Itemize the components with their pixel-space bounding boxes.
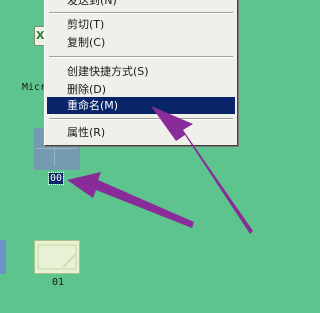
image-file-label[interactable]: 01 bbox=[52, 277, 64, 288]
menu-item-properties[interactable]: 属性(R) bbox=[47, 124, 235, 141]
image-file-icon[interactable] bbox=[34, 240, 80, 274]
folder-name-label[interactable]: 00 bbox=[47, 172, 65, 185]
folder-grid-line bbox=[36, 148, 78, 149]
arrow-to-folder-label-icon bbox=[67, 172, 194, 228]
menu-separator bbox=[49, 12, 233, 14]
menu-separator bbox=[49, 118, 233, 120]
image-file-glyph-icon bbox=[37, 244, 77, 270]
context-menu: 发送到(N) 剪切(T) 复制(C) 创建快捷方式(S) 删除(D) 重命名(M… bbox=[44, 0, 238, 146]
partial-icon[interactable] bbox=[0, 240, 6, 274]
menu-item-cut[interactable]: 剪切(T) bbox=[47, 16, 235, 33]
excel-file-label[interactable]: Micr bbox=[22, 82, 46, 93]
menu-item-delete[interactable]: 删除(D) bbox=[47, 81, 235, 98]
desktop[interactable]: Micr 00 01 发送到(N) 剪切(T) 复制(C) 创建快捷方式(S) … bbox=[0, 0, 311, 313]
menu-separator bbox=[49, 56, 233, 58]
menu-item-create-shortcut[interactable]: 创建快捷方式(S) bbox=[47, 63, 235, 80]
menu-item-copy[interactable]: 复制(C) bbox=[47, 34, 235, 51]
menu-item-send-to[interactable]: 发送到(N) bbox=[47, 0, 235, 9]
menu-item-rename[interactable]: 重命名(M) bbox=[47, 97, 235, 114]
